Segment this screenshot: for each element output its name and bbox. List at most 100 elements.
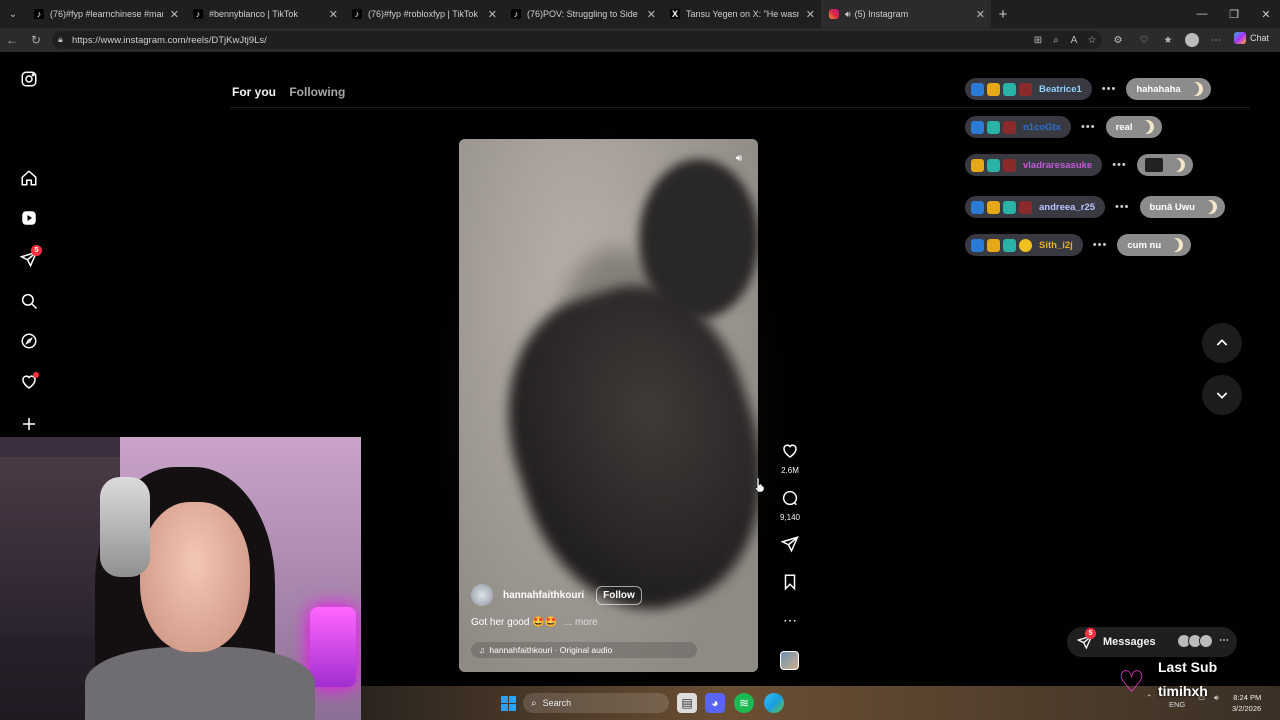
windows-start-icon[interactable] bbox=[498, 693, 518, 713]
audio-thumbnail[interactable] bbox=[780, 651, 799, 670]
chat-user-pill: Beatrice1 bbox=[965, 78, 1092, 100]
tab-following[interactable]: Following bbox=[289, 85, 345, 99]
chat-text-bubble: cum nu bbox=[1117, 234, 1192, 256]
like-button[interactable]: 2.6M bbox=[776, 442, 804, 475]
webcam-person-face bbox=[140, 502, 250, 652]
chat-text-bubble: real bbox=[1105, 116, 1163, 138]
badge-icon bbox=[971, 200, 984, 214]
previous-reel-button[interactable] bbox=[1202, 323, 1242, 363]
refresh-icon[interactable]: ↻ bbox=[24, 33, 48, 47]
app-icon[interactable]: ⊞ bbox=[1030, 32, 1046, 48]
home-icon[interactable] bbox=[19, 168, 39, 188]
chat-text-bubble bbox=[1136, 154, 1193, 176]
music-note-icon: ♫ bbox=[479, 645, 486, 655]
browser-tab[interactable]: ♪ (76)#fyp #robloxfyp | TikTok ✕ bbox=[344, 0, 503, 28]
extensions-icon[interactable]: ⚙ bbox=[1110, 32, 1126, 48]
close-tab-icon[interactable]: ✕ bbox=[488, 8, 497, 21]
badge-icon bbox=[971, 82, 984, 96]
reel-audio-link[interactable]: ♫ hannahfaithkouri · Original audio bbox=[471, 642, 697, 658]
messages-nav-icon[interactable]: 5 bbox=[19, 245, 42, 269]
chat-message: Sith_i2j ••• cum nu bbox=[965, 234, 1192, 256]
webcam-feed bbox=[0, 437, 361, 720]
close-tab-icon[interactable]: ✕ bbox=[170, 8, 179, 21]
comment-button[interactable]: 9,140 bbox=[776, 489, 804, 522]
moon-icon bbox=[1203, 200, 1217, 214]
chat-text-bubble: hahahaha bbox=[1126, 78, 1211, 100]
file-explorer-icon[interactable]: ▤ bbox=[677, 693, 697, 713]
maximize-icon[interactable]: ❐ bbox=[1218, 0, 1250, 28]
create-plus-icon[interactable] bbox=[19, 414, 39, 434]
badge-icon bbox=[1003, 120, 1016, 134]
read-aloud-icon[interactable]: A bbox=[1066, 32, 1082, 48]
author-avatar[interactable] bbox=[471, 584, 493, 606]
chat-username: Sith_i2j bbox=[1039, 239, 1073, 251]
url-field[interactable]: 🔒︎ https://www.instagram.com/reels/DTjKw… bbox=[52, 31, 1102, 49]
more-menu-icon[interactable]: ⋯ bbox=[1208, 32, 1224, 48]
sound-icon[interactable]: 🔊︎ bbox=[730, 149, 748, 167]
close-tab-icon[interactable]: ✕ bbox=[806, 8, 815, 21]
discord-icon[interactable]: ◕ bbox=[705, 693, 725, 713]
tab-for-you[interactable]: For you bbox=[232, 85, 276, 99]
more-icon[interactable]: ⋯ bbox=[1219, 635, 1229, 646]
minimize-icon[interactable]: — bbox=[1186, 0, 1218, 28]
tab-actions-chevron-icon[interactable]: ⌄ bbox=[0, 0, 26, 28]
new-tab-icon[interactable]: + bbox=[991, 6, 1015, 23]
chat-separator: ••• bbox=[1092, 239, 1108, 251]
comment-icon bbox=[782, 490, 798, 506]
author-username[interactable]: hannahfaithkouri bbox=[503, 590, 584, 601]
spotify-icon[interactable]: ≋ bbox=[734, 693, 754, 713]
back-icon[interactable]: ← bbox=[0, 33, 24, 47]
search-icon[interactable] bbox=[19, 291, 39, 311]
chat-user-pill: andreea_r25 bbox=[965, 196, 1105, 218]
browser-tab[interactable]: X Tansu Yegen on X: "He wasn't expe ✕ bbox=[662, 0, 821, 28]
moon-icon bbox=[1169, 238, 1183, 252]
close-tab-icon[interactable]: ✕ bbox=[647, 8, 656, 21]
profile-avatar[interactable] bbox=[1185, 33, 1199, 47]
notification-dot bbox=[33, 372, 39, 378]
screen: ⌄ ♪ (76)#fyp #learnchinese #mandarin ✕ ♪… bbox=[0, 0, 1280, 720]
notifications-heart-icon[interactable] bbox=[19, 372, 39, 392]
reel-author: hannahfaithkouri Follow bbox=[471, 584, 642, 606]
zoom-icon[interactable]: ⌕ bbox=[1048, 32, 1064, 48]
follow-button[interactable]: Follow bbox=[596, 585, 642, 605]
speaker-icon[interactable]: 🔊︎ bbox=[845, 9, 851, 20]
last-sub-name: timihxh bbox=[1158, 683, 1208, 699]
save-button[interactable] bbox=[776, 573, 804, 596]
share-button[interactable] bbox=[776, 535, 804, 558]
moon-icon bbox=[1189, 82, 1203, 96]
reel-caption: Got her good 🤩🤩 ... more bbox=[471, 617, 598, 628]
close-tab-icon[interactable]: ✕ bbox=[329, 8, 338, 21]
copilot-chat-button[interactable]: Chat bbox=[1234, 32, 1269, 44]
instagram-icon bbox=[829, 9, 839, 19]
next-reel-button[interactable] bbox=[1202, 375, 1242, 415]
search-icon: ⌕ bbox=[531, 697, 537, 709]
tab-title: (76)#fyp #robloxfyp | TikTok bbox=[368, 9, 478, 19]
more-link[interactable]: ... more bbox=[564, 617, 598, 628]
instagram-logo-icon[interactable] bbox=[19, 69, 39, 89]
browser-tab[interactable]: ♪ (76)#fyp #learnchinese #mandarin ✕ bbox=[26, 0, 185, 28]
more-options-icon[interactable]: ⋯ bbox=[776, 612, 804, 629]
badge-icon bbox=[1019, 200, 1032, 214]
browser-tab[interactable]: ♪ (76)POV: Struggling to Side Eye wi ✕ bbox=[503, 0, 662, 28]
browser-tab[interactable]: ♪ #bennyblanco | TikTok ✕ bbox=[185, 0, 344, 28]
favorite-star-icon[interactable]: ☆ bbox=[1084, 32, 1100, 48]
messages-button[interactable]: 5 Messages ⋯ bbox=[1067, 627, 1237, 657]
reel-video[interactable]: 🔊︎ hannahfaithkouri Follow Got her good … bbox=[459, 139, 758, 672]
crown-badge-icon bbox=[987, 82, 1000, 96]
close-tab-icon[interactable]: ✕ bbox=[976, 8, 985, 21]
browser-essentials-icon[interactable]: ♡ bbox=[1136, 32, 1152, 48]
chat-username: n1coGtx bbox=[1023, 121, 1062, 133]
reels-icon[interactable] bbox=[19, 208, 39, 228]
taskbar-search[interactable]: ⌕ Search bbox=[523, 693, 669, 713]
chat-separator: ••• bbox=[1101, 83, 1117, 95]
browser-tab-active[interactable]: 🔊︎ (5) Instagram ✕ bbox=[821, 0, 991, 28]
tab-title: Tansu Yegen on X: "He wasn't expe bbox=[686, 9, 799, 19]
chevron-down-icon bbox=[1216, 392, 1228, 399]
explore-compass-icon[interactable] bbox=[19, 331, 39, 351]
edge-icon[interactable] bbox=[764, 693, 784, 713]
favorites-icon[interactable]: ★ bbox=[1160, 32, 1176, 48]
close-window-icon[interactable]: ✕ bbox=[1250, 0, 1280, 28]
badge-icon bbox=[987, 120, 1000, 134]
coin-badge-icon bbox=[1019, 238, 1032, 252]
x-icon: X bbox=[670, 9, 680, 19]
